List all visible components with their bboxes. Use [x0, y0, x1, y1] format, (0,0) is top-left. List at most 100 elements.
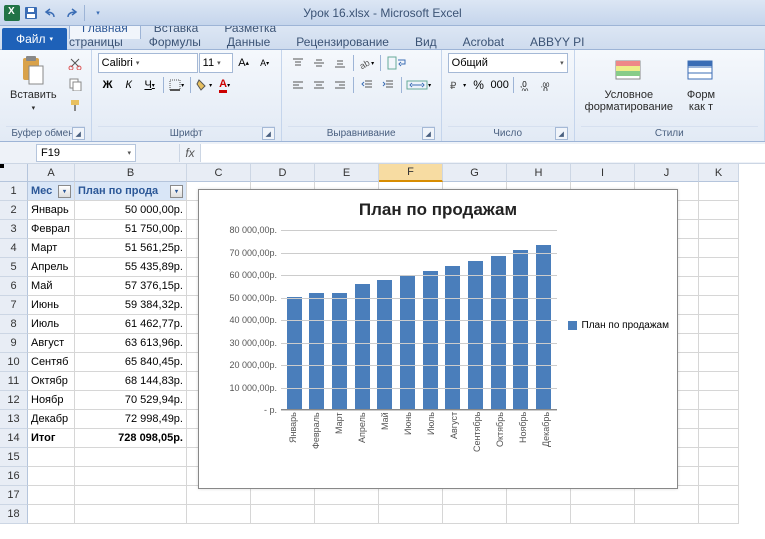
cell-B11[interactable]: 68 144,83р.	[75, 372, 187, 391]
row-header-13[interactable]: 13	[0, 410, 28, 429]
worksheet-grid[interactable]: ABCDEFGHIJK 123456789101112131415161718 …	[0, 164, 765, 539]
col-header-H[interactable]: H	[507, 164, 571, 182]
cell-B1[interactable]: План по прода▾	[75, 182, 187, 201]
row-header-1[interactable]: 1	[0, 182, 28, 201]
cell-A10[interactable]: Сентяб	[28, 353, 75, 372]
row-header-5[interactable]: 5	[0, 258, 28, 277]
align-center-button[interactable]	[309, 75, 329, 95]
cell-K18[interactable]	[699, 505, 739, 524]
cell-A12[interactable]: Ноябр	[28, 391, 75, 410]
cell-A8[interactable]: Июль	[28, 315, 75, 334]
format-as-table-button[interactable]: Форм как т	[681, 53, 721, 115]
cell-B12[interactable]: 70 529,94р.	[75, 391, 187, 410]
cell-D18[interactable]	[251, 505, 315, 524]
cell-A9[interactable]: Август	[28, 334, 75, 353]
cell-K8[interactable]	[699, 315, 739, 334]
align-top-button[interactable]	[288, 53, 308, 73]
col-header-F[interactable]: F	[379, 164, 443, 182]
align-middle-button[interactable]	[309, 53, 329, 73]
cell-B18[interactable]	[75, 505, 187, 524]
cell-B17[interactable]	[75, 486, 187, 505]
row-header-8[interactable]: 8	[0, 315, 28, 334]
qat-customize-button[interactable]: ▾	[89, 4, 107, 22]
cell-K17[interactable]	[699, 486, 739, 505]
redo-button[interactable]	[62, 4, 80, 22]
row-header-17[interactable]: 17	[0, 486, 28, 505]
col-header-C[interactable]: C	[187, 164, 251, 182]
cell-A14[interactable]: Итог	[28, 429, 75, 448]
cell-I18[interactable]	[571, 505, 635, 524]
format-painter-button[interactable]	[65, 95, 85, 115]
cell-F18[interactable]	[379, 505, 443, 524]
file-tab[interactable]: Файл▾	[2, 28, 67, 50]
cut-button[interactable]	[65, 53, 85, 73]
percent-button[interactable]: %	[469, 75, 489, 95]
filter-btn-b[interactable]: ▾	[170, 185, 183, 198]
cell-B6[interactable]: 57 376,15р.	[75, 277, 187, 296]
wrap-text-button[interactable]	[384, 53, 412, 73]
underline-button[interactable]: Ч▾	[140, 75, 160, 95]
font-color-button[interactable]: A▾	[215, 75, 235, 95]
increase-font-button[interactable]: A▴	[234, 53, 254, 73]
cell-K10[interactable]	[699, 353, 739, 372]
formula-input[interactable]	[201, 144, 765, 162]
orientation-button[interactable]: ab▾	[357, 53, 377, 73]
col-header-I[interactable]: I	[571, 164, 635, 182]
row-header-16[interactable]: 16	[0, 467, 28, 486]
cell-B7[interactable]: 59 384,32р.	[75, 296, 187, 315]
comma-style-button[interactable]: 000	[490, 75, 510, 95]
cell-A1[interactable]: Мес▾	[28, 182, 75, 201]
row-header-18[interactable]: 18	[0, 505, 28, 524]
cell-H18[interactable]	[507, 505, 571, 524]
row-header-2[interactable]: 2	[0, 201, 28, 220]
col-header-B[interactable]: B	[75, 164, 187, 182]
name-box[interactable]: F19▾	[36, 144, 136, 162]
row-header-15[interactable]: 15	[0, 448, 28, 467]
cell-K6[interactable]	[699, 277, 739, 296]
filter-btn-a[interactable]: ▾	[58, 185, 71, 198]
font-name-combo[interactable]: Calibri▾	[98, 53, 198, 73]
cell-K14[interactable]	[699, 429, 739, 448]
cell-A18[interactable]	[28, 505, 75, 524]
cell-J18[interactable]	[635, 505, 699, 524]
align-bottom-button[interactable]	[330, 53, 350, 73]
undo-button[interactable]	[42, 4, 60, 22]
decrease-decimal-button[interactable]: ,00,0	[538, 75, 558, 95]
cell-A17[interactable]	[28, 486, 75, 505]
cell-A16[interactable]	[28, 467, 75, 486]
number-dialog-launcher[interactable]: ◢	[555, 127, 568, 140]
row-header-6[interactable]: 6	[0, 277, 28, 296]
fill-color-button[interactable]: ▾	[194, 75, 214, 95]
cell-K5[interactable]	[699, 258, 739, 277]
number-format-combo[interactable]: Общий▾	[448, 53, 568, 73]
cell-B4[interactable]: 51 561,25р.	[75, 239, 187, 258]
font-dialog-launcher[interactable]: ◢	[262, 127, 275, 140]
increase-indent-button[interactable]	[378, 75, 398, 95]
cell-K1[interactable]	[699, 182, 739, 201]
paste-button[interactable]: Вставить▾	[6, 53, 61, 115]
copy-button[interactable]	[65, 74, 85, 94]
conditional-formatting-button[interactable]: Условное форматирование	[581, 53, 677, 115]
cell-B3[interactable]: 51 750,00р.	[75, 220, 187, 239]
cell-K16[interactable]	[699, 467, 739, 486]
decrease-indent-button[interactable]	[357, 75, 377, 95]
row-header-11[interactable]: 11	[0, 372, 28, 391]
row-header-12[interactable]: 12	[0, 391, 28, 410]
cell-B9[interactable]: 63 613,96р.	[75, 334, 187, 353]
insert-function-button[interactable]: fx	[179, 144, 201, 162]
italic-button[interactable]: К	[119, 75, 139, 95]
cell-K11[interactable]	[699, 372, 739, 391]
clipboard-dialog-launcher[interactable]: ◢	[72, 127, 85, 140]
cell-B2[interactable]: 50 000,00р.	[75, 201, 187, 220]
decrease-font-button[interactable]: A▾	[255, 53, 275, 73]
align-right-button[interactable]	[330, 75, 350, 95]
cell-A7[interactable]: Июнь	[28, 296, 75, 315]
cell-K2[interactable]	[699, 201, 739, 220]
merge-center-button[interactable]: ▾	[405, 75, 433, 95]
font-size-combo[interactable]: 11▾	[199, 53, 233, 73]
col-header-D[interactable]: D	[251, 164, 315, 182]
cell-A4[interactable]: Март	[28, 239, 75, 258]
accounting-format-button[interactable]: ₽▾	[448, 75, 468, 95]
cell-A5[interactable]: Апрель	[28, 258, 75, 277]
chart-object[interactable]: План по продажам - р.10 000,00р.20 000,0…	[198, 189, 678, 489]
